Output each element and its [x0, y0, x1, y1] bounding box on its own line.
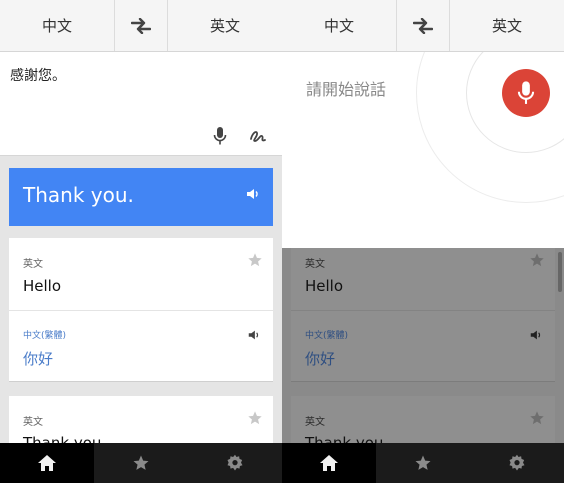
card-target-word: 你好 — [23, 350, 54, 368]
bottom-tab-bar — [282, 443, 564, 483]
listen-card-button[interactable] — [247, 327, 261, 346]
handwriting-icon — [250, 131, 266, 142]
gear-icon — [509, 454, 525, 471]
speaker-icon — [248, 330, 259, 340]
translation-text: Thank you. — [23, 183, 134, 207]
voice-listening-area: 請開始說話 — [282, 52, 564, 248]
card-source-language: 英文 — [23, 259, 43, 270]
star-icon — [415, 455, 431, 470]
translate-panel: 中文 英文 感謝您。 Thank you. 英文 Hello 中文(繁體) 你好 — [0, 0, 282, 483]
home-icon — [320, 455, 338, 471]
phrasebook-card[interactable]: 英文 Hello 中文(繁體) 你好 — [9, 238, 273, 382]
listen-card-button — [529, 327, 543, 346]
speaker-icon — [530, 330, 541, 340]
source-text-area[interactable]: 感謝您。 — [0, 52, 282, 156]
bottom-tab-bar — [0, 443, 282, 483]
star-icon — [530, 411, 544, 425]
swap-icon — [413, 17, 433, 34]
card-source-word: Hello — [305, 277, 344, 295]
microphone-button[interactable] — [502, 69, 550, 117]
save-phrase-button[interactable] — [247, 410, 263, 430]
tab-settings[interactable] — [470, 443, 564, 483]
swap-languages-button[interactable] — [396, 0, 450, 51]
scrollbar[interactable] — [558, 252, 562, 292]
language-bar: 中文 英文 — [282, 0, 564, 52]
dimmed-overlay: 英文 Hello 中文(繁體) 你好 英文 Thank you — [282, 248, 564, 443]
star-icon — [248, 411, 262, 425]
language-bar: 中文 英文 — [0, 0, 282, 52]
card-divider — [9, 310, 273, 311]
tab-home[interactable] — [0, 443, 94, 483]
tab-home[interactable] — [282, 443, 376, 483]
tab-settings[interactable] — [188, 443, 282, 483]
voice-input-button[interactable] — [208, 124, 232, 148]
phrasebook-card: 英文 Thank you — [291, 396, 555, 443]
target-language-button[interactable]: 英文 — [168, 0, 282, 51]
swap-languages-button[interactable] — [114, 0, 168, 51]
card-source-word: Thank you — [305, 434, 384, 443]
card-source-language: 英文 — [305, 259, 325, 270]
translation-result[interactable]: Thank you. — [9, 168, 273, 226]
source-language-button[interactable]: 中文 — [282, 0, 396, 51]
save-phrase-button — [529, 410, 545, 430]
speak-prompt: 請開始說話 — [306, 80, 387, 99]
source-language-button[interactable]: 中文 — [0, 0, 114, 51]
tab-phrasebook[interactable] — [376, 443, 470, 483]
save-phrase-button — [529, 252, 545, 272]
card-target-language: 中文(繁體) — [305, 331, 349, 341]
target-language-button[interactable]: 英文 — [450, 0, 564, 51]
speaker-icon — [247, 189, 258, 199]
tab-phrasebook[interactable] — [94, 443, 188, 483]
card-source-word: Hello — [23, 277, 62, 295]
card-source-language: 英文 — [305, 417, 325, 428]
card-target-language: 中文(繁體) — [23, 331, 67, 341]
listen-translation-button[interactable] — [245, 186, 261, 206]
star-icon — [530, 253, 544, 267]
star-icon — [248, 253, 262, 267]
star-icon — [133, 455, 149, 470]
phrasebook-card: 英文 Hello 中文(繁體) 你好 — [291, 248, 555, 382]
handwriting-input-button[interactable] — [246, 124, 270, 148]
voice-input-panel: 中文 英文 請開始說話 英文 Hello 中文(繁體) 你好 英文 Thank … — [282, 0, 564, 483]
source-text[interactable]: 感謝您。 — [10, 65, 66, 85]
card-target-word: 你好 — [305, 350, 336, 368]
save-phrase-button[interactable] — [247, 252, 263, 272]
card-divider — [291, 310, 555, 311]
microphone-icon — [213, 127, 227, 145]
home-icon — [38, 455, 56, 471]
microphone-icon — [517, 81, 535, 104]
gear-icon — [227, 454, 243, 471]
card-source-language: 英文 — [23, 417, 43, 428]
swap-icon — [131, 17, 151, 34]
